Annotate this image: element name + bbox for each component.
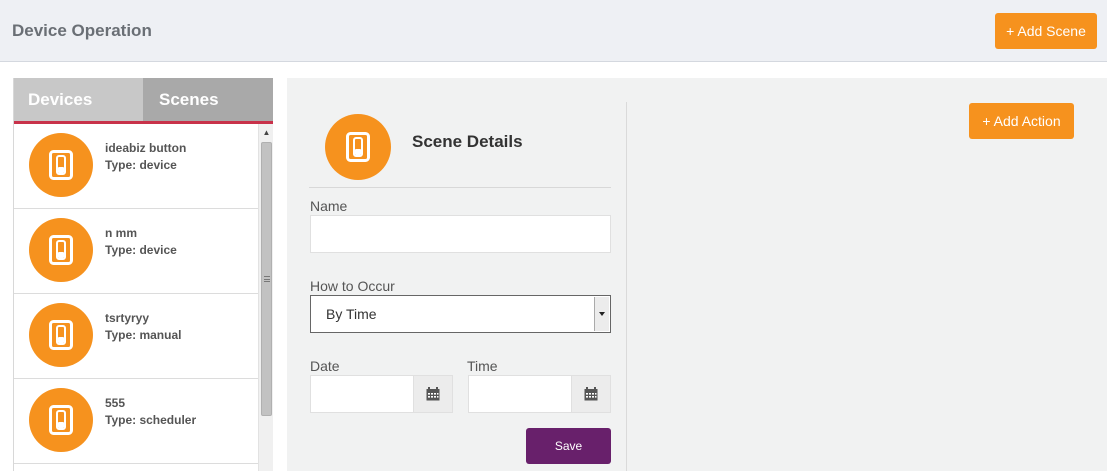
time-label: Time xyxy=(467,358,498,374)
switch-icon xyxy=(325,114,391,180)
list-scrollbar[interactable]: ▲ xyxy=(258,124,273,471)
scene-name: n mm xyxy=(105,226,138,240)
occur-select[interactable]: By Time xyxy=(310,295,611,333)
list-item[interactable]: ideabiz button Type: device xyxy=(14,124,258,209)
switch-icon xyxy=(29,133,93,197)
calendar-icon[interactable] xyxy=(413,376,452,412)
list-item[interactable]: 555 Type: scheduler xyxy=(14,379,258,464)
scroll-up-arrow-icon[interactable]: ▲ xyxy=(259,126,274,140)
page-header: Device Operation + Add Scene xyxy=(0,0,1107,62)
time-field[interactable] xyxy=(468,375,611,413)
list-item[interactable]: tsrtyryy Type: manual xyxy=(14,294,258,379)
column-divider xyxy=(626,102,627,471)
page-title: Device Operation xyxy=(12,21,152,40)
occur-label: How to Occur xyxy=(310,278,395,294)
divider xyxy=(309,187,611,188)
scene-type: Type: device xyxy=(105,158,177,172)
switch-icon xyxy=(29,218,93,282)
save-button[interactable]: Save xyxy=(526,428,611,464)
tab-devices[interactable]: Devices xyxy=(14,78,143,121)
scene-name: tsrtyryy xyxy=(105,311,150,325)
occur-selected-value: By Time xyxy=(326,306,377,322)
scene-editor: Scene Details Name How to Occur By Time … xyxy=(287,78,1107,471)
scroll-thumb[interactable] xyxy=(261,142,272,416)
name-label: Name xyxy=(310,198,348,214)
date-label: Date xyxy=(310,358,340,374)
scroll-grip-icon xyxy=(264,276,270,282)
switch-icon xyxy=(29,303,93,367)
scene-details-title: Scene Details xyxy=(412,132,523,151)
date-input[interactable] xyxy=(311,376,414,412)
scene-type: Type: manual xyxy=(105,328,182,342)
scene-list: ideabiz button Type: device n mm Type: d… xyxy=(14,124,258,471)
add-scene-button[interactable]: + Add Scene xyxy=(995,13,1097,49)
scene-name: 555 xyxy=(105,396,126,410)
tab-scenes[interactable]: Scenes xyxy=(143,78,273,121)
scene-list-panel: Devices Scenes ideabiz button Type: devi… xyxy=(13,78,273,471)
list-item[interactable]: n mm Type: device xyxy=(14,209,258,294)
time-input[interactable] xyxy=(469,376,572,412)
scene-type: Type: device xyxy=(105,243,177,257)
name-input[interactable] xyxy=(310,215,611,253)
add-action-button[interactable]: + Add Action xyxy=(969,103,1074,139)
chevron-down-icon[interactable] xyxy=(594,297,609,331)
switch-icon xyxy=(29,388,93,452)
date-field[interactable] xyxy=(310,375,453,413)
scene-name: ideabiz button xyxy=(105,141,187,155)
tab-bar: Devices Scenes xyxy=(14,78,273,124)
calendar-icon[interactable] xyxy=(571,376,610,412)
scene-type: Type: scheduler xyxy=(105,413,197,427)
